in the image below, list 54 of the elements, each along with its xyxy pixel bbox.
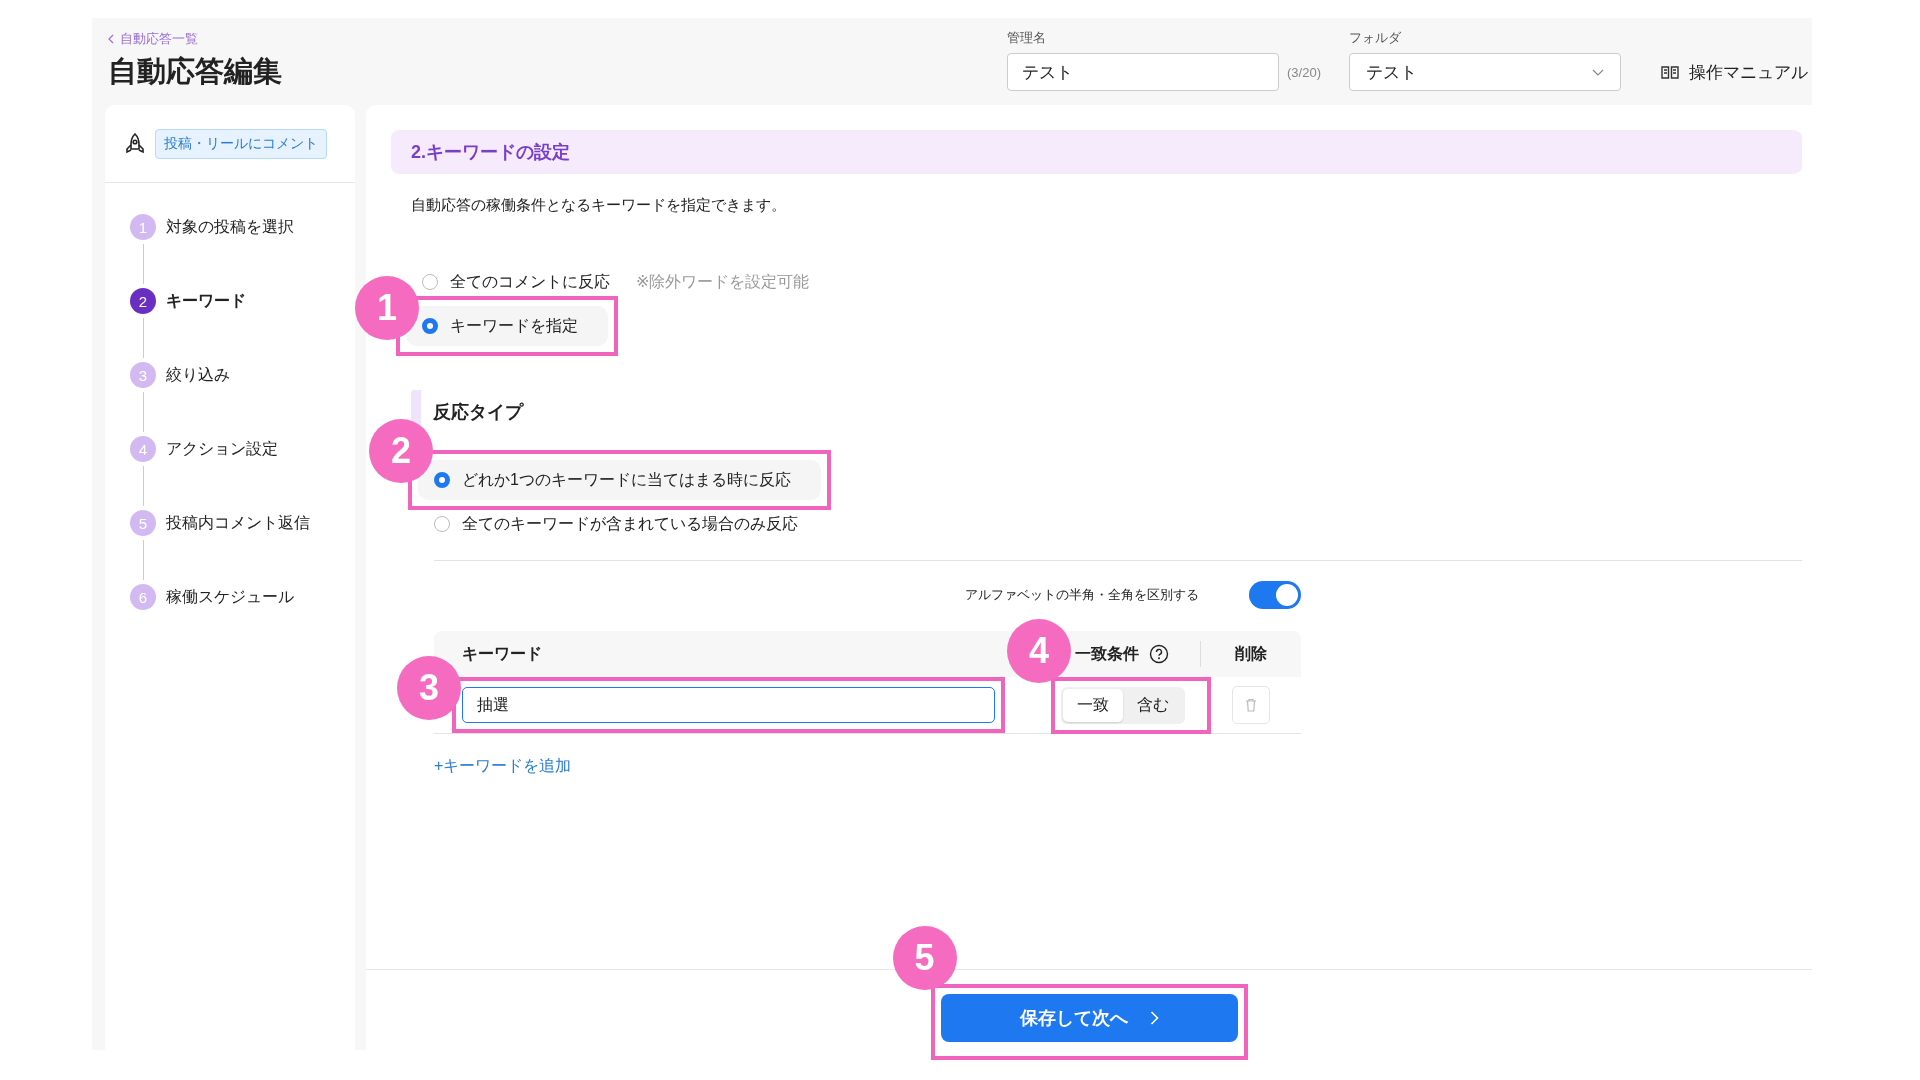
radio-option[interactable]: 全てのキーワードが含まれている場合のみ反応 [418, 513, 798, 535]
toggle-switch[interactable] [1249, 581, 1301, 609]
step-item[interactable]: 6 稼働スケジュール [130, 583, 294, 611]
step-item[interactable]: 3 絞り込み [130, 361, 230, 389]
step-badge: 4 [1007, 618, 1071, 683]
help-icon [1149, 644, 1169, 664]
radio-button[interactable] [434, 516, 450, 532]
description-text: 自動応答の稼働条件となるキーワードを指定できます。 [411, 196, 787, 215]
step-item[interactable]: 4 アクション設定 [130, 435, 278, 463]
step-number: 6 [130, 584, 156, 610]
match-option[interactable]: 含む [1123, 688, 1183, 722]
column-header: キーワード [462, 643, 542, 664]
radio-button[interactable] [422, 318, 438, 334]
trigger-tag: 投稿・リールにコメント [155, 128, 327, 159]
step-number: 4 [130, 436, 156, 462]
manual-link[interactable]: 操作マニュアル [1661, 53, 1808, 91]
radio-option[interactable]: 全てのコメントに反応 [422, 271, 610, 293]
match-option[interactable]: 一致 [1063, 688, 1123, 722]
step-badge: 5 [892, 926, 957, 990]
column-header: 一致条件 [1075, 643, 1139, 664]
radio-option[interactable]: どれか1つのキーワードに当てはまる時に反応 [418, 460, 821, 500]
step-number: 5 [130, 510, 156, 536]
step-number: 1 [130, 214, 156, 240]
radio-button[interactable] [434, 472, 450, 488]
section-title: 2.キーワードの設定 [391, 130, 1802, 174]
step-item[interactable]: 1 対象の投稿を選択 [130, 213, 294, 241]
step-number: 2 [130, 288, 156, 314]
field-label: フォルダ [1349, 29, 1402, 47]
step-number: 3 [130, 362, 156, 388]
keyword-input[interactable]: 抽選 [462, 687, 995, 723]
radio-option[interactable]: キーワードを指定 [406, 306, 608, 346]
column-header: 削除 [1235, 643, 1267, 664]
add-keyword-link[interactable]: +キーワードを追加 [434, 756, 572, 777]
character-counter: (3/20) [1287, 64, 1321, 80]
radio-button[interactable] [422, 274, 438, 290]
step-badge: 1 [355, 276, 419, 340]
toggle-label: アルファベットの半角・全角を区別する [965, 586, 1199, 604]
step-item[interactable]: 2 キーワード [130, 287, 246, 315]
save-next-button[interactable]: 保存して次へ [940, 994, 1238, 1042]
chevron-right-icon [1149, 1011, 1159, 1025]
rocket-icon [125, 132, 145, 155]
step-item[interactable]: 5 投稿内コメント返信 [130, 509, 310, 537]
book-icon [1661, 65, 1679, 79]
chevron-down-icon [1592, 68, 1604, 76]
page-title: 自動応答編集 [108, 54, 282, 89]
back-link[interactable]: 自動応答一覧 [108, 30, 282, 48]
name-input[interactable]: テスト [1007, 53, 1280, 91]
chevron-left-icon [108, 34, 114, 44]
folder-select[interactable]: テスト [1349, 53, 1621, 91]
trash-icon [1245, 698, 1257, 712]
step-badge: 3 [397, 656, 461, 720]
step-badge: 2 [369, 419, 433, 483]
note-text: ※除外ワードを設定可能 [636, 271, 810, 292]
field-label: 管理名 [1007, 29, 1048, 47]
